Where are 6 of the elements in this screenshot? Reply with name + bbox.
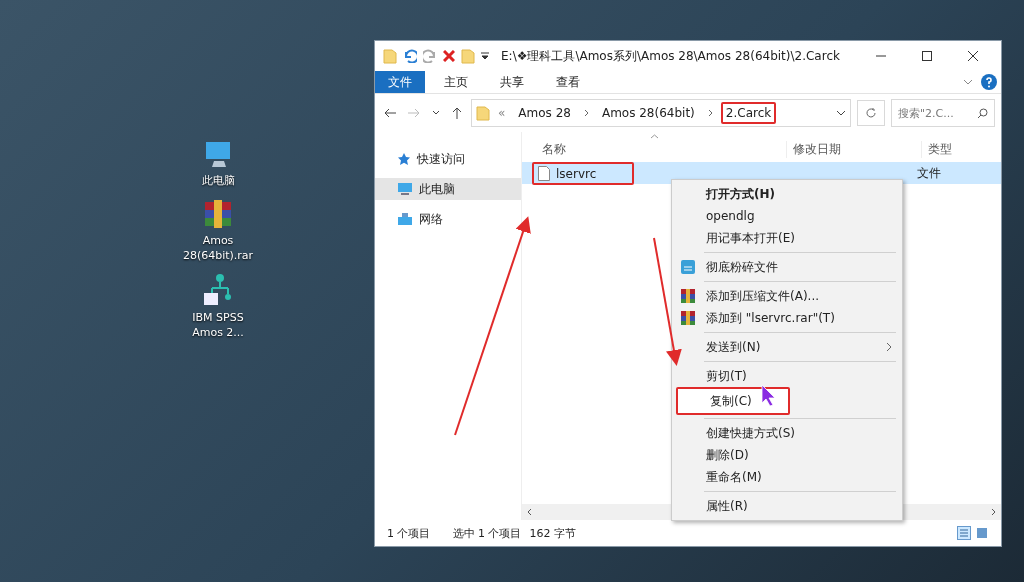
- status-text: 162 字节: [529, 525, 576, 541]
- status-text: 选中 1 个项目: [452, 525, 522, 541]
- status-text: 1 个项目: [387, 525, 431, 541]
- file-type: 文件: [917, 165, 942, 182]
- file-name: lservrc: [556, 166, 597, 181]
- window-title: E:\❖理科工具\Amos系列\Amos 28\Amos 28(64bit)\2.Carck: [501, 47, 841, 65]
